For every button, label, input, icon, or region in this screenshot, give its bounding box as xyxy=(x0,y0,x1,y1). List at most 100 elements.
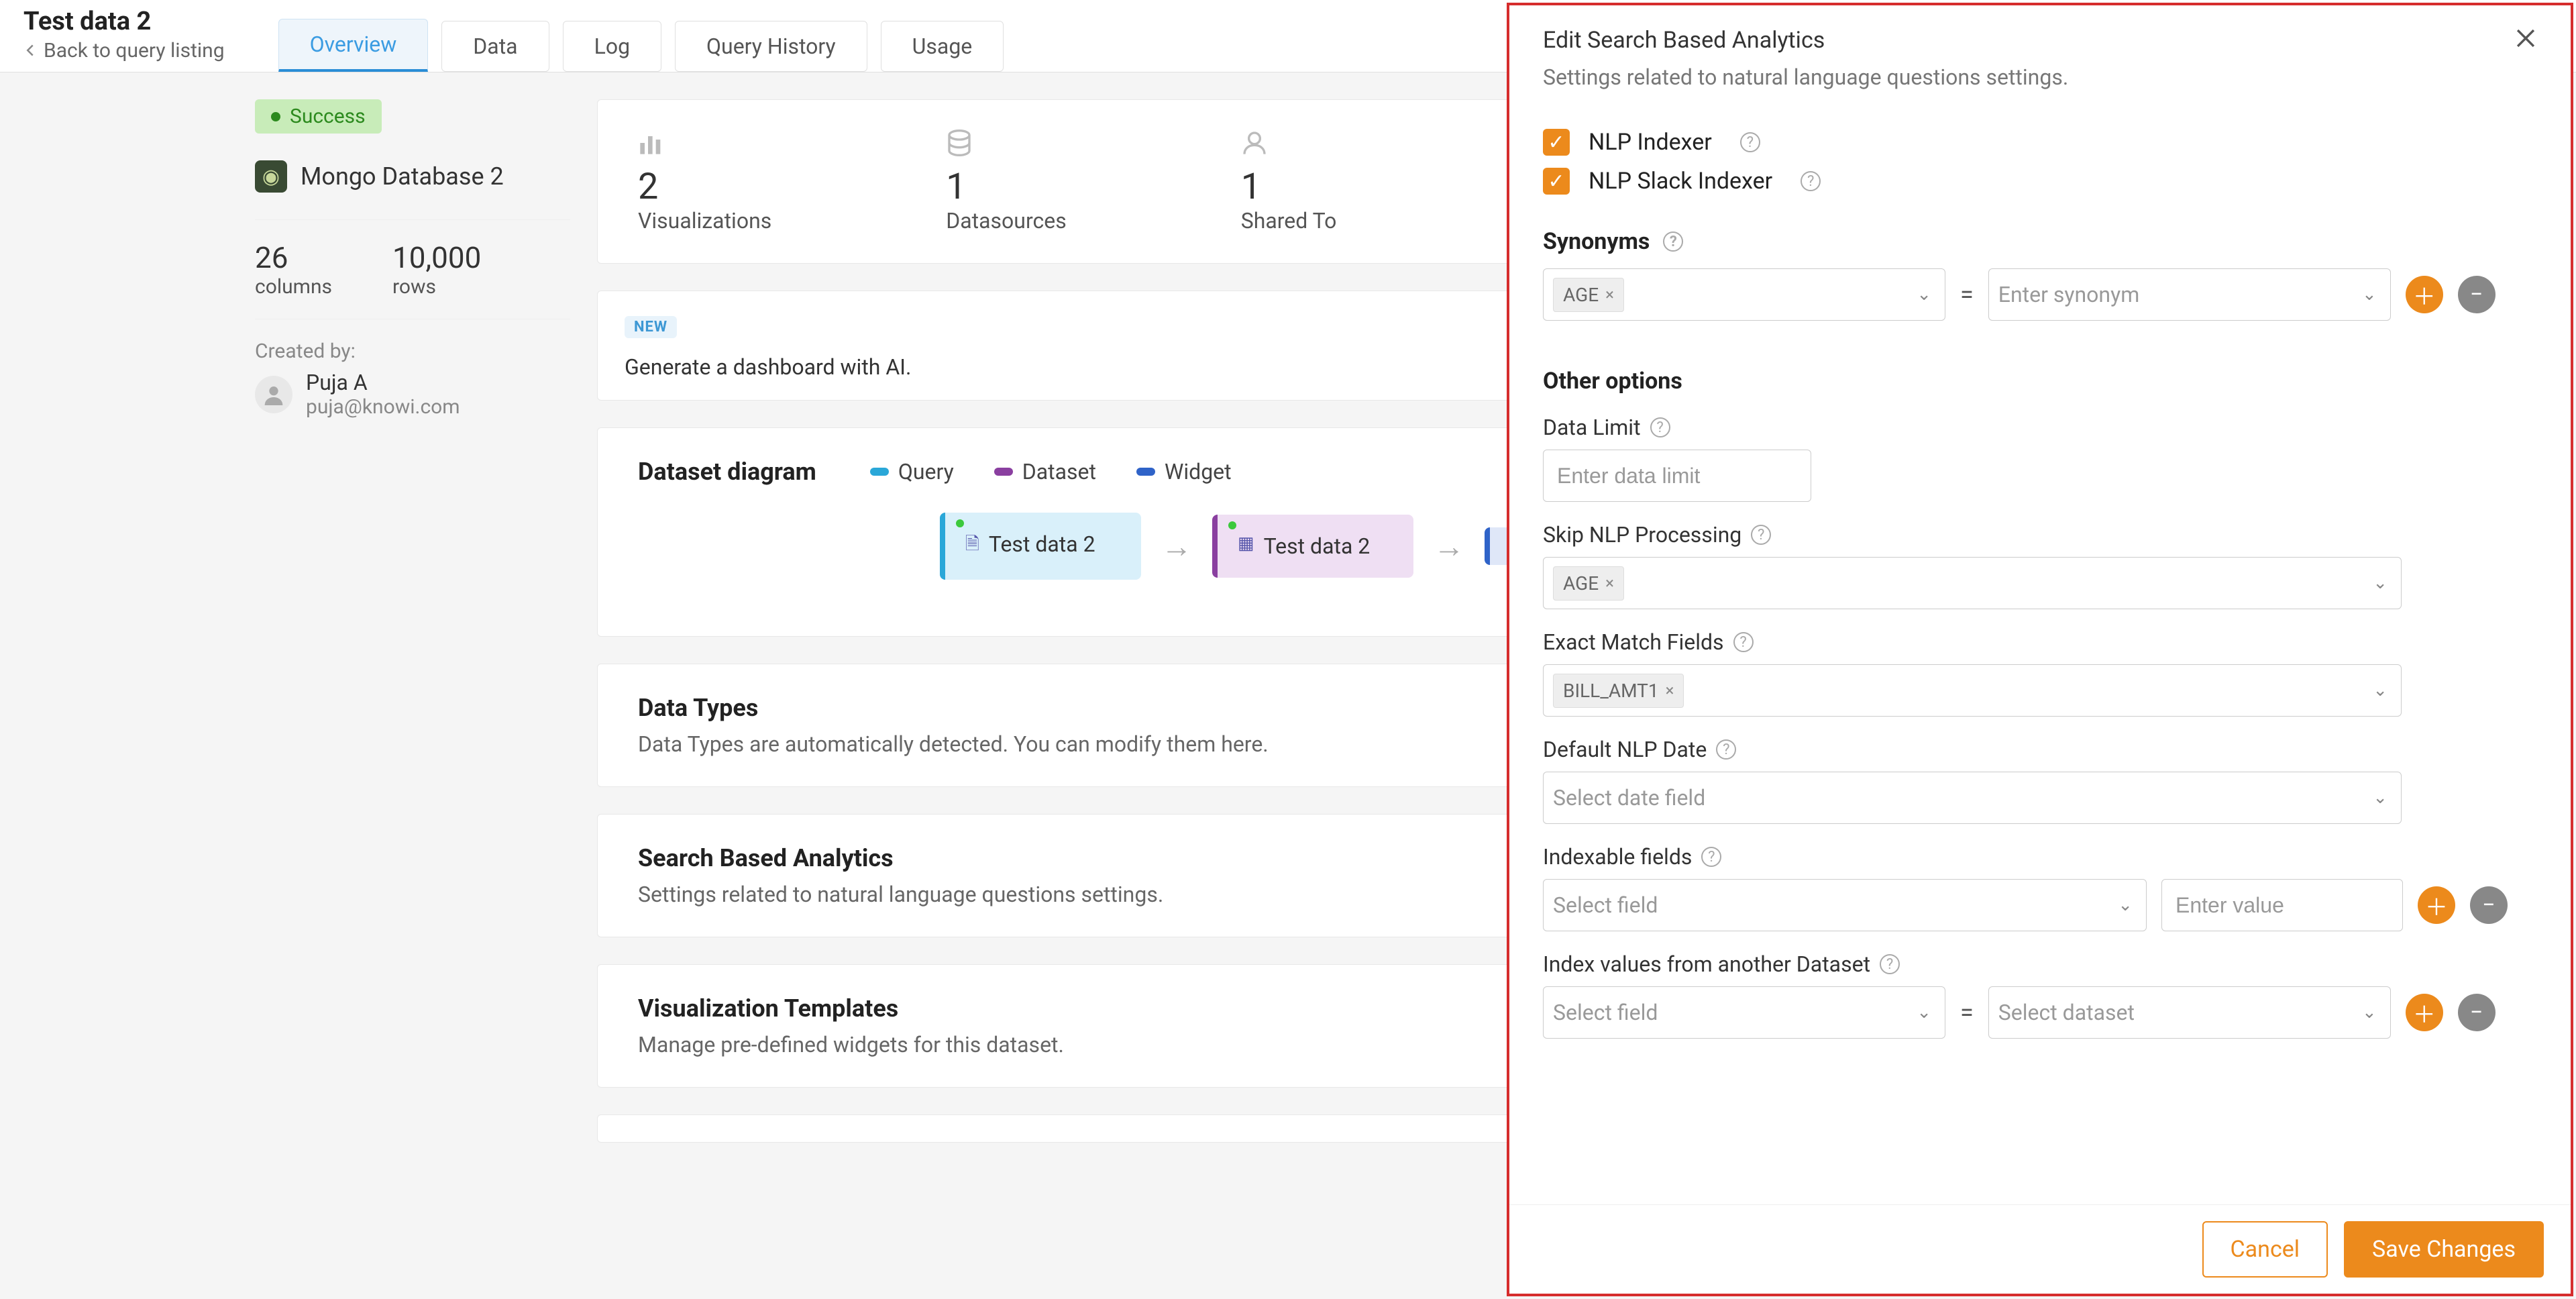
help-icon[interactable]: ? xyxy=(1650,417,1670,437)
exact-match-select[interactable]: BILL_AMT1× ⌄ xyxy=(1543,664,2402,717)
help-icon[interactable]: ? xyxy=(1733,632,1754,652)
tab-log[interactable]: Log xyxy=(563,21,661,72)
nlp-slack-indexer-label: NLP Slack Indexer xyxy=(1589,168,1772,195)
author-name: Puja A xyxy=(306,370,460,395)
chevron-down-icon: ⌄ xyxy=(2118,895,2133,915)
nlp-indexer-checkbox[interactable]: ✓ xyxy=(1543,129,1570,156)
diagram-node-dataset[interactable]: ▦ Test data 2 xyxy=(1212,515,1413,578)
help-icon[interactable]: ? xyxy=(1663,231,1683,252)
back-label: Back to query listing xyxy=(44,39,225,62)
tab-data[interactable]: Data xyxy=(441,21,549,72)
rows-count: 10,000 xyxy=(392,240,481,275)
cancel-button[interactable]: Cancel xyxy=(2202,1221,2328,1278)
placeholder: Enter synonym xyxy=(1998,282,2140,307)
tab-usage[interactable]: Usage xyxy=(881,21,1004,72)
pill-age: AGE× xyxy=(1553,566,1624,601)
index-values-label: Index values from another Dataset xyxy=(1543,951,1870,977)
exact-match-label: Exact Match Fields xyxy=(1543,629,1724,655)
equals-label: = xyxy=(1960,280,1974,309)
chart-icon xyxy=(638,129,771,163)
user-icon xyxy=(1241,129,1337,163)
placeholder: Select field xyxy=(1553,892,1658,918)
chevron-down-icon: ⌄ xyxy=(1917,284,1931,305)
diagram-title: Dataset diagram xyxy=(638,458,816,486)
synonym-value-select[interactable]: Enter synonym ⌄ xyxy=(1988,268,2391,321)
diagram-node-query[interactable]: 🗎 Test data 2 xyxy=(940,513,1141,580)
datasources-label: Datasources xyxy=(946,208,1066,233)
created-by-label: Created by: xyxy=(255,340,570,363)
status-text: Success xyxy=(290,105,366,128)
chevron-down-icon: ⌄ xyxy=(2373,788,2387,808)
skip-nlp-label: Skip NLP Processing xyxy=(1543,522,1741,548)
default-nlp-date-select[interactable]: Select date field ⌄ xyxy=(1543,772,2402,824)
shared-to-label: Shared To xyxy=(1241,208,1337,233)
shared-to-count: 1 xyxy=(1241,166,1337,208)
author-email: puja@knowi.com xyxy=(306,395,460,419)
status-dot-icon xyxy=(1228,521,1236,529)
tabs: Overview Data Log Query History Usage xyxy=(278,0,1004,72)
default-nlp-date-label: Default NLP Date xyxy=(1543,737,1707,762)
help-icon[interactable]: ? xyxy=(1716,739,1736,760)
columns-label: columns xyxy=(255,275,332,299)
legend-dataset: Dataset xyxy=(994,459,1096,484)
panel-title: Edit Search Based Analytics xyxy=(1543,27,1825,54)
help-icon[interactable]: ? xyxy=(1801,171,1821,191)
save-changes-button[interactable]: Save Changes xyxy=(2344,1221,2544,1278)
author-avatar-icon xyxy=(255,376,292,413)
database-icon xyxy=(946,129,1066,163)
rows-label: rows xyxy=(392,275,481,299)
panel-subtitle: Settings related to natural language que… xyxy=(1509,64,2571,110)
pill-bill-amt1: BILL_AMT1× xyxy=(1553,674,1684,708)
visualizations-label: Visualizations xyxy=(638,208,771,233)
help-icon[interactable]: ? xyxy=(1701,847,1721,867)
tab-query-history[interactable]: Query History xyxy=(675,21,867,72)
pill-age: AGE× xyxy=(1553,278,1624,312)
grid-icon: ▦ xyxy=(1238,533,1254,554)
back-to-listing[interactable]: Back to query listing xyxy=(23,39,225,62)
chevron-down-icon: ⌄ xyxy=(2373,680,2387,700)
skip-nlp-select[interactable]: AGE× ⌄ xyxy=(1543,557,2402,609)
index-values-field-select[interactable]: Select field ⌄ xyxy=(1543,986,1945,1039)
add-synonym-button[interactable]: ＋ xyxy=(2406,276,2443,313)
other-options-header: Other options xyxy=(1543,368,1682,395)
datasource-name: Mongo Database 2 xyxy=(301,162,504,191)
query-icon: 🗎 xyxy=(965,531,979,561)
data-limit-label: Data Limit xyxy=(1543,415,1641,440)
status-dot-icon xyxy=(956,519,964,527)
close-button[interactable] xyxy=(2514,27,2537,55)
legend-query: Query xyxy=(870,459,954,484)
remove-indexable-button[interactable]: − xyxy=(2470,886,2508,924)
help-icon[interactable]: ? xyxy=(1751,525,1771,545)
remove-pill-icon[interactable]: × xyxy=(1666,681,1674,700)
remove-synonym-button[interactable]: − xyxy=(2458,276,2496,313)
tab-overview[interactable]: Overview xyxy=(278,19,429,72)
chevron-down-icon: ⌄ xyxy=(2373,573,2387,593)
index-values-dataset-select[interactable]: Select dataset ⌄ xyxy=(1988,986,2391,1039)
help-icon[interactable]: ? xyxy=(1880,954,1900,974)
chevron-left-icon xyxy=(23,39,37,62)
help-icon[interactable]: ? xyxy=(1740,132,1760,152)
remove-index-values-button[interactable]: − xyxy=(2458,994,2496,1031)
remove-pill-icon[interactable]: × xyxy=(1605,574,1614,592)
chevron-down-icon: ⌄ xyxy=(1917,1002,1931,1023)
edit-search-analytics-panel: Edit Search Based Analytics Settings rel… xyxy=(1507,3,2573,1296)
indexable-field-select[interactable]: Select field ⌄ xyxy=(1543,879,2147,931)
arrow-icon: → xyxy=(1161,528,1192,565)
indexable-value-input[interactable] xyxy=(2161,879,2403,931)
chevron-down-icon: ⌄ xyxy=(2362,284,2377,305)
synonym-field-select[interactable]: AGE× ⌄ xyxy=(1543,268,1945,321)
visualizations-count: 2 xyxy=(638,166,771,208)
node-label: Test data 2 xyxy=(1264,533,1371,559)
chevron-down-icon: ⌄ xyxy=(2362,1002,2377,1023)
new-tag: NEW xyxy=(625,316,677,338)
add-index-values-button[interactable]: ＋ xyxy=(2406,994,2443,1031)
add-indexable-button[interactable]: ＋ xyxy=(2418,886,2455,924)
remove-pill-icon[interactable]: × xyxy=(1605,285,1614,304)
nlp-slack-indexer-checkbox[interactable]: ✓ xyxy=(1543,168,1570,195)
status-badge: Success xyxy=(255,99,382,134)
data-limit-input[interactable] xyxy=(1543,450,1811,502)
placeholder: Select field xyxy=(1553,1000,1658,1025)
page-title: Test data 2 xyxy=(23,7,225,36)
datasources-count: 1 xyxy=(946,166,1066,208)
placeholder: Select dataset xyxy=(1998,1000,2135,1025)
